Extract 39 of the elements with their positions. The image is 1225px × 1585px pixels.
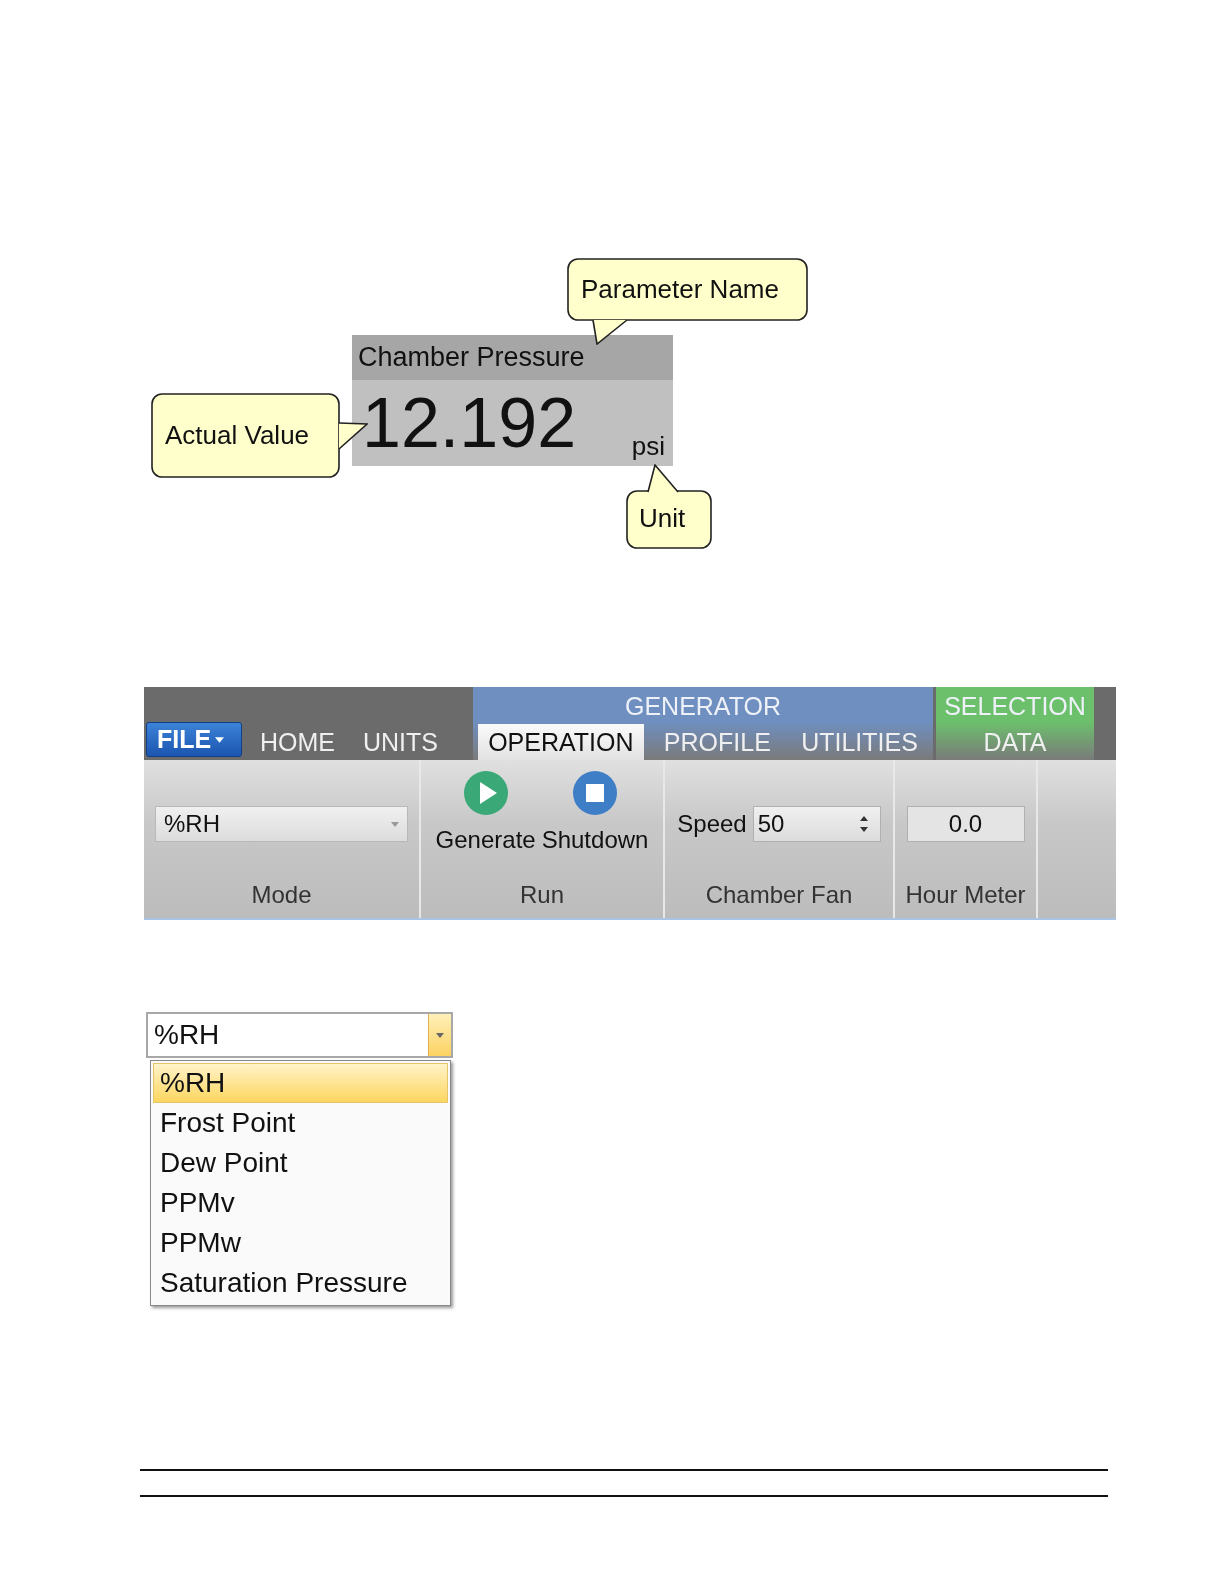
spinbox-value: 50: [757, 810, 785, 838]
up-down-arrows-icon: [859, 816, 868, 832]
group-label: Mode: [251, 880, 312, 910]
callout-text: Unit: [639, 503, 686, 534]
dropdown-value: %RH: [154, 1019, 220, 1051]
speed-spinbox[interactable]: 50: [752, 806, 881, 842]
dropdown-option[interactable]: Saturation Pressure: [153, 1263, 448, 1303]
callout-text: Parameter Name: [581, 274, 779, 305]
unit-label: psi: [631, 431, 665, 462]
caret-icon: [391, 821, 399, 827]
group-label: Hour Meter: [905, 880, 1026, 910]
caret-icon: [215, 736, 225, 743]
stop-icon: [572, 770, 619, 816]
ribbon-tab[interactable]: HOME: [250, 724, 345, 760]
dropdown-option[interactable]: %RH: [153, 1063, 448, 1103]
group-label: Chamber Fan: [705, 880, 853, 910]
mode-dropdown[interactable]: %RH: [155, 806, 408, 842]
dropdown-option[interactable]: Dew Point: [153, 1143, 448, 1183]
group-label: Run: [520, 880, 564, 910]
tab-group-title: SELECTION: [944, 691, 1086, 722]
play-icon: [462, 770, 509, 816]
dropdown-option[interactable]: PPMw: [153, 1223, 448, 1263]
file-menu-button[interactable]: FILE: [146, 722, 242, 757]
run-button[interactable]: Generate: [435, 770, 536, 854]
ribbon-tab[interactable]: OPERATION: [478, 724, 644, 760]
speed-label: Speed: [677, 810, 747, 838]
dropdown-option[interactable]: Frost Point: [153, 1103, 448, 1143]
run-button[interactable]: Shutdown: [541, 770, 649, 854]
mode-dropdown[interactable]: %RH: [146, 1012, 453, 1058]
caret-icon: [436, 1032, 444, 1038]
parameter-name-header: Chamber Pressure: [352, 335, 673, 380]
ribbon-tab[interactable]: UNITS: [353, 724, 448, 760]
hour-meter-field: 0.0: [906, 806, 1025, 842]
tab-group-title: GENERATOR: [624, 691, 781, 722]
callout-text: Actual Value: [165, 420, 310, 451]
dropdown-value: %RH: [164, 810, 220, 838]
actual-value: 12.192: [362, 384, 577, 462]
dropdown-option[interactable]: PPMv: [153, 1183, 448, 1223]
dropdown-arrow-button[interactable]: [428, 1014, 451, 1056]
